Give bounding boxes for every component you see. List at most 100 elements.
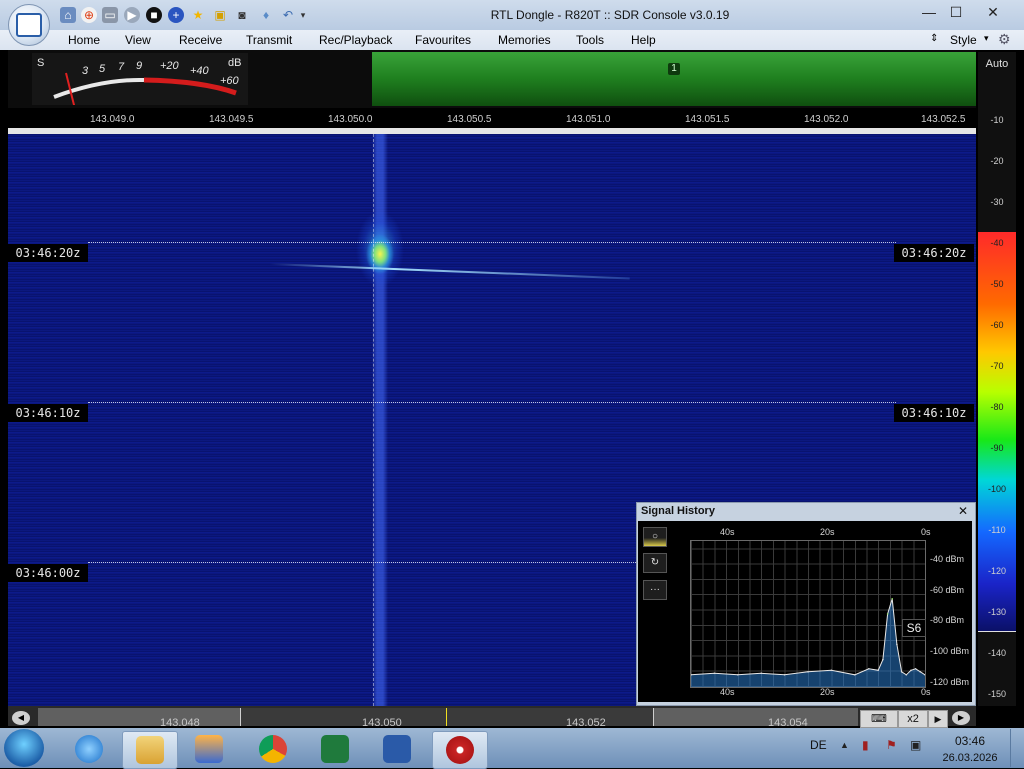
auto-level-button[interactable]: Auto	[978, 58, 1016, 70]
start-button[interactable]	[4, 729, 44, 767]
signal-history-point	[914, 668, 917, 670]
level-label: -120	[987, 566, 1006, 576]
timestamp-left: 03:46:20z	[8, 244, 88, 262]
play-icon[interactable]: ▶	[124, 7, 140, 23]
dropdown-icon[interactable]: ▾	[298, 7, 308, 23]
app-logo-icon	[16, 13, 42, 37]
freq-label: 143.049.5	[209, 114, 254, 125]
menu-tools[interactable]: Tools	[576, 33, 604, 47]
clock-date[interactable]: 26.03.2026	[938, 752, 1002, 764]
app-menu-button[interactable]	[8, 4, 50, 46]
record-toggle-button[interactable]: ○	[643, 527, 667, 547]
reset-button[interactable]: ↻	[643, 553, 667, 573]
level-label: -30	[990, 197, 1004, 207]
s-scale-7: 7	[118, 61, 125, 73]
sdr-console-icon	[446, 736, 474, 764]
taskbar-explorer[interactable]	[122, 731, 178, 769]
drop-icon[interactable]: ♦	[258, 7, 274, 23]
folder-icon[interactable]: ▭	[102, 7, 118, 23]
s-label: S	[37, 57, 45, 69]
y-tick: -100 dBm	[930, 646, 970, 656]
minimize-button[interactable]: —	[916, 2, 942, 22]
level-label: -100	[987, 484, 1006, 494]
add-icon[interactable]: +	[168, 7, 184, 23]
signal-history-point	[868, 668, 870, 670]
y-tick: -80 dBm	[930, 615, 965, 625]
window-title: RTL Dongle - R820T :: SDR Console v3.0.1…	[490, 8, 730, 22]
scroll-left-icon[interactable]: ◀	[12, 711, 30, 725]
y-tick: -40 dBm	[930, 554, 965, 564]
signal-history-point	[877, 669, 879, 672]
y-tick: -60 dBm	[930, 585, 965, 595]
menu-home[interactable]: Home	[68, 33, 100, 47]
undo-icon[interactable]: ↶	[280, 7, 296, 23]
timestamp-left: 03:46:00z	[8, 564, 88, 582]
frequency-axis: 143.049.0 143.049.5 143.050.0 143.050.5 …	[8, 110, 976, 128]
freq-label: 143.051.5	[685, 114, 730, 125]
tray-flag-icon[interactable]: ⚑	[886, 738, 897, 752]
timestamp-right: 03:46:20z	[894, 244, 974, 262]
camera-icon[interactable]: ◙	[234, 7, 250, 23]
s-scale-plus40: +40	[190, 65, 209, 77]
spectrum-passband[interactable]	[372, 52, 976, 106]
signal-history-point	[896, 643, 898, 646]
channel-marker[interactable]: 1	[668, 63, 680, 75]
taskbar-sdr-console[interactable]	[432, 731, 488, 769]
menu-memories[interactable]: Memories	[498, 33, 551, 47]
x-tick-top: 20s	[820, 527, 835, 537]
taskbar-chrome[interactable]	[246, 731, 300, 767]
freq-label: 143.051.0	[566, 114, 611, 125]
star-icon[interactable]: ★	[190, 7, 206, 23]
x-tick-bottom: 40s	[720, 687, 735, 697]
menu-transmit[interactable]: Transmit	[246, 33, 292, 47]
scroll-right-icon[interactable]: ▶	[952, 711, 970, 725]
s-scale-3: 3	[82, 65, 89, 77]
freq-label: 143.050.5	[447, 114, 492, 125]
style-dropdown-icon[interactable]: ▾	[984, 33, 989, 44]
menu-favourites[interactable]: Favourites	[415, 33, 471, 47]
keyboard-icon[interactable]: ⌨	[860, 710, 898, 728]
s-scale-plus20: +20	[160, 60, 179, 72]
close-icon[interactable]: ✕	[956, 504, 970, 518]
menu-receive[interactable]: Receive	[179, 33, 222, 47]
signal-history-point	[891, 598, 893, 600]
s-scale-9: 9	[136, 60, 143, 72]
taskbar-word[interactable]	[370, 731, 424, 767]
level-label: -50	[990, 279, 1004, 289]
language-indicator[interactable]: DE	[810, 738, 827, 752]
menu-view[interactable]: View	[125, 33, 151, 47]
level-label: -90	[990, 443, 1004, 453]
lock-icon[interactable]: ▣	[212, 7, 228, 23]
taskbar-ie[interactable]	[62, 731, 116, 767]
media-player-icon	[195, 735, 223, 763]
signal-history-point	[900, 671, 903, 673]
close-button[interactable]: ✕	[980, 2, 1006, 22]
tray-device-icon[interactable]: ▮	[862, 738, 869, 752]
more-options-button[interactable]: ···	[643, 580, 667, 600]
menu-rec-playback[interactable]: Rec/Playback	[319, 33, 392, 47]
show-desktop-button[interactable]	[1010, 729, 1024, 767]
clock-time[interactable]: 03:46	[944, 734, 996, 748]
level-marker[interactable]	[978, 631, 1016, 632]
style-arrows-icon[interactable]: ⇕	[930, 33, 938, 44]
zoom-button[interactable]: x2	[898, 710, 928, 728]
home-icon[interactable]: ⌂	[60, 7, 76, 23]
stop-icon[interactable]: ■	[146, 7, 162, 23]
tray-network-icon[interactable]: ▣	[910, 738, 921, 752]
x-tick-top: 40s	[720, 527, 735, 537]
taskbar-media-player[interactable]	[182, 731, 236, 767]
lifebuoy-icon[interactable]: ⊕	[81, 7, 97, 23]
tray-expand-icon[interactable]: ▲	[840, 740, 849, 750]
style-menu[interactable]: Style	[950, 33, 977, 47]
signal-history-point	[854, 674, 856, 676]
maximize-button[interactable]: ☐	[943, 2, 969, 22]
zoom-next-icon[interactable]: ▶	[928, 710, 948, 728]
tuning-line[interactable]	[373, 134, 374, 706]
freq-label: 143.052.5	[921, 114, 966, 125]
settings-gear-icon[interactable]: ⚙	[998, 31, 1011, 48]
signal-history-point	[737, 674, 739, 676]
freq-label: 143.052.0	[804, 114, 849, 125]
db-label: dB	[228, 57, 242, 69]
menu-help[interactable]: Help	[631, 33, 656, 47]
taskbar-excel[interactable]	[308, 731, 362, 767]
